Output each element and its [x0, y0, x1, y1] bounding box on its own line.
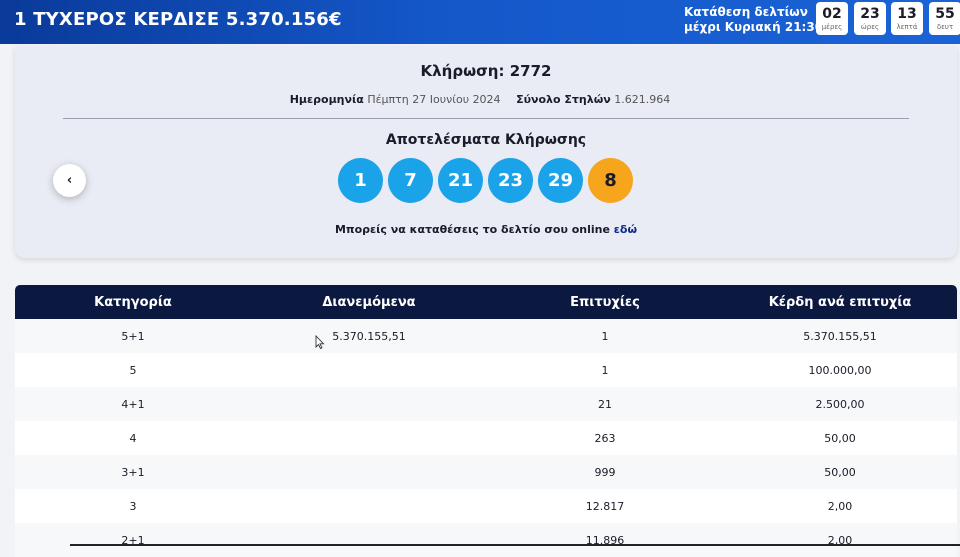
cell-prize: 100.000,00: [723, 353, 957, 387]
cell-category: 5+1: [15, 319, 251, 353]
cell-prize: 50,00: [723, 455, 957, 489]
jackpot-banner: 1 ΤΥΧΕΡΟΣ ΚΕΡΔΙΣΕ 5.370.156€ Κατάθεση δε…: [0, 0, 960, 44]
cell-winners: 1: [487, 353, 723, 387]
table-row: 5+1 5.370.155,51 1 5.370.155,51: [15, 319, 957, 353]
cell-distributed: [251, 523, 487, 557]
cell-distributed: 5.370.155,51: [251, 319, 487, 353]
columns-value: 1.621.964: [614, 93, 671, 106]
table-row: 5 1 100.000,00: [15, 353, 957, 387]
table-header-row: Κατηγορία Διανεμόμενα Επιτυχίες Κέρδη αν…: [15, 285, 957, 319]
countdown-seconds: 55 δευτ: [929, 2, 960, 35]
divider: [63, 118, 909, 119]
column-header-distributed: Διανεμόμενα: [251, 285, 487, 319]
online-submit-link[interactable]: εδώ: [614, 223, 637, 236]
cell-distributed: [251, 489, 487, 523]
number-ball: 23: [488, 158, 533, 203]
number-ball: 7: [388, 158, 433, 203]
countdown-value: 23: [860, 6, 880, 22]
cell-winners: 999: [487, 455, 723, 489]
cell-distributed: [251, 455, 487, 489]
countdown-days: 02 μέρες: [816, 2, 848, 35]
date-label: Ημερομηνία: [289, 93, 364, 106]
cell-distributed: [251, 421, 487, 455]
cell-winners: 21: [487, 387, 723, 421]
results-title: Αποτελέσματα Κλήρωσης: [385, 132, 587, 148]
deadline-line-2: μέχρι Κυριακή 21:30: [684, 20, 824, 34]
countdown-value: 13: [897, 6, 917, 22]
countdown-unit: μέρες: [821, 23, 843, 31]
winning-numbers: 1 7 21 23 29 8: [338, 158, 633, 203]
table-row: 4+1 21 2.500,00: [15, 387, 957, 421]
prize-table: Κατηγορία Διανεμόμενα Επιτυχίες Κέρδη αν…: [15, 285, 957, 557]
cell-category: 5: [15, 353, 251, 387]
countdown-unit: λεπτά: [896, 23, 918, 31]
deadline-line-1: Κατάθεση δελτίων: [684, 5, 808, 19]
cell-distributed: [251, 387, 487, 421]
number-ball: 21: [438, 158, 483, 203]
number-ball: 29: [538, 158, 583, 203]
cell-category: 3+1: [15, 455, 251, 489]
table-row: 2+1 11.896 2,00: [15, 523, 957, 557]
countdown-unit: δευτ: [936, 23, 954, 31]
cell-winners: 11.896: [487, 523, 723, 557]
cell-category: 2+1: [15, 523, 251, 557]
bonus-number-ball: 8: [588, 158, 633, 203]
column-header-category: Κατηγορία: [15, 285, 251, 319]
cell-prize: 2,00: [723, 489, 957, 523]
countdown-hours: 23 ώρες: [854, 2, 886, 35]
cell-category: 4: [15, 421, 251, 455]
date-value: Πέμπτη 27 Ιουνίου 2024: [367, 93, 501, 106]
table-row: 4 263 50,00: [15, 421, 957, 455]
countdown-unit: ώρες: [860, 23, 880, 31]
cell-winners: 1: [487, 319, 723, 353]
cell-category: 4+1: [15, 387, 251, 421]
cell-winners: 12.817: [487, 489, 723, 523]
table-row: 3 12.817 2,00: [15, 489, 957, 523]
cell-category: 3: [15, 489, 251, 523]
chevron-left-icon: ‹: [66, 173, 73, 188]
columns-label: Σύνολο Στηλών: [516, 93, 611, 106]
draw-title: Κλήρωση: 2772: [420, 62, 552, 80]
deadline-text: Κατάθεση δελτίων μέχρι Κυριακή 21:30: [684, 5, 824, 35]
cell-prize: 5.370.155,51: [723, 319, 957, 353]
online-note-text: Μπορείς να καταθέσεις το δελτίο σου onli…: [334, 223, 614, 236]
cell-winners: 263: [487, 421, 723, 455]
cell-distributed: [251, 353, 487, 387]
jackpot-title: 1 ΤΥΧΕΡΟΣ ΚΕΡΔΙΣΕ 5.370.156€: [14, 9, 342, 30]
countdown-value: 02: [822, 6, 842, 22]
online-note: Μπορείς να καταθέσεις το δελτίο σου onli…: [15, 223, 957, 236]
previous-draw-button[interactable]: ‹: [53, 164, 86, 197]
cell-prize: 2,00: [723, 523, 957, 557]
draw-results-card: Κλήρωση: 2772 Ημερομηνία Πέμπτη 27 Ιουνί…: [15, 46, 957, 258]
cell-prize: 2.500,00: [723, 387, 957, 421]
mouse-cursor-icon: [315, 335, 325, 349]
cell-prize: 50,00: [723, 421, 957, 455]
countdown-value: 55: [935, 6, 955, 22]
number-ball: 1: [338, 158, 383, 203]
draw-meta: Ημερομηνία Πέμπτη 27 Ιουνίου 2024 Σύνολο…: [15, 93, 957, 106]
column-header-winners: Επιτυχίες: [487, 285, 723, 319]
column-header-prize-per-winner: Κέρδη ανά επιτυχία: [723, 285, 957, 319]
countdown-minutes: 13 λεπτά: [891, 2, 923, 35]
table-row: 3+1 999 50,00: [15, 455, 957, 489]
